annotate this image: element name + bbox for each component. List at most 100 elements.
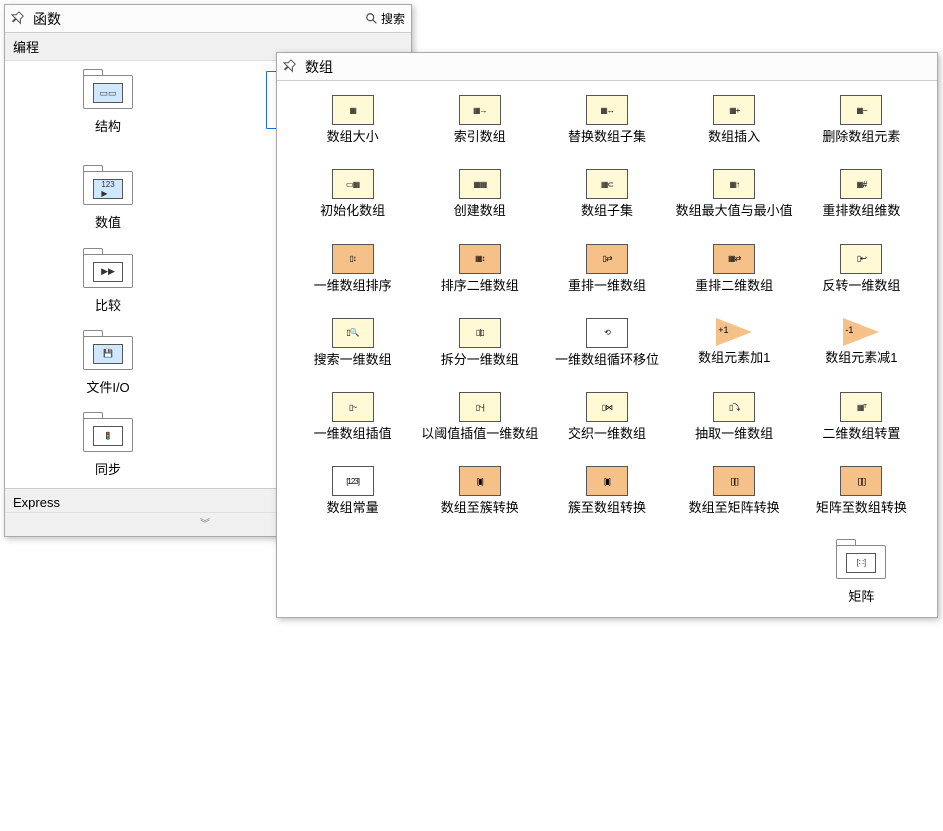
function-item[interactable]: ▯~一维数组插值 — [291, 392, 415, 442]
function-label: 交织一维数组 — [568, 426, 646, 442]
function-icon: ▦− — [840, 95, 882, 125]
subpalette-title: 数组 — [305, 57, 931, 77]
function-label: 数组常量 — [327, 500, 379, 516]
function-item[interactable]: ▯↩ 反转一维数组 — [799, 244, 923, 294]
function-icon: ⟲ — [586, 318, 628, 348]
function-label: 搜索一维数组 — [314, 352, 392, 368]
function-item[interactable]: ▯⤵抽取一维数组 — [672, 392, 796, 442]
function-icon: ▦↔ — [586, 95, 628, 125]
function-item[interactable]: ▦#重排数组维数 — [799, 169, 923, 219]
function-label: 数组最大值与最小值 — [676, 203, 793, 219]
function-icon: ▦ᵀ — [840, 392, 882, 422]
function-label: 数组至簇转换 — [441, 500, 519, 516]
function-label: 替换数组子集 — [568, 129, 646, 145]
function-item[interactable]: ▦→索引数组 — [418, 95, 542, 145]
function-icon: [123] — [332, 466, 374, 496]
function-item[interactable]: ▯⇄重排一维数组 — [545, 244, 669, 294]
function-label: 反转一维数组 — [822, 278, 900, 294]
function-label: 重排二维数组 — [695, 278, 773, 294]
function-item[interactable]: ▦⇄ 重排二维数组 — [672, 244, 796, 294]
category-label: 数值 — [95, 215, 121, 231]
function-label: 一维数组循环移位 — [555, 352, 659, 368]
function-icon: ▭▦ — [332, 169, 374, 199]
function-item[interactable]: ▯🔍搜索一维数组 — [291, 318, 415, 368]
function-item[interactable]: ▦↕排序二维数组 — [418, 244, 542, 294]
function-label: 拆分一维数组 — [441, 352, 519, 368]
category-item[interactable]: 💾 文件I/O — [53, 332, 163, 396]
function-icon: [▮] — [586, 466, 628, 496]
function-icon: [ ][ ] — [713, 466, 755, 496]
function-icon: ▯↩ — [840, 244, 882, 274]
function-icon: +1 — [716, 318, 752, 346]
function-item[interactable]: ▦− 删除数组元素 — [799, 95, 923, 145]
function-item[interactable]: ▦↔ 替换数组子集 — [545, 95, 669, 145]
subfolder-item[interactable]: [∷] 矩阵 — [799, 541, 923, 605]
function-item[interactable]: ▦+数组插入 — [672, 95, 796, 145]
function-item[interactable]: ▯↕ 一维数组排序 — [291, 244, 415, 294]
function-item[interactable]: [123] 数组常量 — [291, 466, 415, 516]
subpalette-header: 数组 — [277, 53, 937, 81]
function-label: 初始化数组 — [320, 203, 385, 219]
function-icon: [▮] — [459, 466, 501, 496]
function-item[interactable]: [ ][ ] 矩阵至数组转换 — [799, 466, 923, 516]
function-label: 创建数组 — [454, 203, 506, 219]
function-item[interactable]: ▦▦ 创建数组 — [418, 169, 542, 219]
function-item[interactable]: ▭▦ 初始化数组 — [291, 169, 415, 219]
function-icon: ▦↕ — [459, 244, 501, 274]
function-icon: ▦▦ — [459, 169, 501, 199]
function-item[interactable]: -1数组元素减1 — [799, 318, 923, 368]
function-item[interactable]: +1 数组元素加1 — [672, 318, 796, 368]
category-item[interactable]: 123▶ 数值 — [53, 167, 163, 231]
function-icon: ▦⇄ — [713, 244, 755, 274]
function-icon: -1 — [843, 318, 879, 346]
function-label: 矩阵至数组转换 — [816, 500, 907, 516]
folder-icon: [∷] — [834, 541, 888, 585]
function-icon: ▦+ — [713, 95, 755, 125]
function-icon: ▯⋈ — [586, 392, 628, 422]
function-label: 索引数组 — [454, 129, 506, 145]
function-item[interactable]: ⟲ 一维数组循环移位 — [545, 318, 669, 368]
function-item[interactable]: ▦⊂数组子集 — [545, 169, 669, 219]
function-label: 一维数组插值 — [314, 426, 392, 442]
search-label: 搜索 — [381, 10, 405, 27]
pin-icon[interactable] — [283, 59, 299, 75]
function-item[interactable]: [▮] 数组至簇转换 — [418, 466, 542, 516]
function-item[interactable]: ▯~|以阈值插值一维数组 — [418, 392, 542, 442]
function-label: 以阈值插值一维数组 — [421, 426, 538, 442]
function-label: 簇至数组转换 — [568, 500, 646, 516]
category-item[interactable]: ▶▶ 比较 — [53, 250, 163, 314]
function-item[interactable]: ▦数组大小 — [291, 95, 415, 145]
function-label: 数组大小 — [327, 129, 379, 145]
category-label: 文件I/O — [86, 380, 129, 396]
function-label: 重排数组维数 — [822, 203, 900, 219]
pin-icon[interactable] — [11, 11, 27, 27]
function-icon: ▯⇄ — [586, 244, 628, 274]
function-item[interactable]: [▮] 簇至数组转换 — [545, 466, 669, 516]
function-icon: ▯|▯ — [459, 318, 501, 348]
category-item[interactable]: ▭▭结构 — [53, 71, 163, 149]
category-label: 比较 — [95, 298, 121, 314]
function-item[interactable]: [ ][ ]数组至矩阵转换 — [672, 466, 796, 516]
folder-icon: ▶▶ — [81, 250, 135, 294]
function-icon: ▦↑ — [713, 169, 755, 199]
search-button[interactable]: 搜索 — [365, 10, 405, 27]
function-label: 删除数组元素 — [822, 129, 900, 145]
function-label: 数组元素加1 — [698, 350, 770, 366]
function-item[interactable]: ▦ᵀ 二维数组转置 — [799, 392, 923, 442]
function-item[interactable]: ▦↑ 数组最大值与最小值 — [672, 169, 796, 219]
function-label: 二维数组转置 — [822, 426, 900, 442]
category-label: 同步 — [95, 462, 121, 478]
function-item[interactable]: ▯⋈ 交织一维数组 — [545, 392, 669, 442]
function-icon: [ ][ ] — [840, 466, 882, 496]
function-label: 一维数组排序 — [314, 278, 392, 294]
function-icon: ▯↕ — [332, 244, 374, 274]
function-icon: ▯⤵ — [713, 392, 755, 422]
category-item[interactable]: 🚦同步 — [53, 414, 163, 478]
panel-title: 函数 — [33, 9, 365, 29]
folder-icon: 💾 — [81, 332, 135, 376]
function-item[interactable]: ▯|▯ 拆分一维数组 — [418, 318, 542, 368]
function-label: 矩阵 — [848, 589, 874, 605]
array-subpalette: 数组 ▦数组大小▦→索引数组 ▦↔ 替换数组子集 ▦+数组插入 ▦− 删除数组元素 ▭▦ 初始… — [276, 52, 938, 618]
folder-icon: 123▶ — [81, 167, 135, 211]
panel-header: 函数 搜索 — [5, 5, 411, 33]
